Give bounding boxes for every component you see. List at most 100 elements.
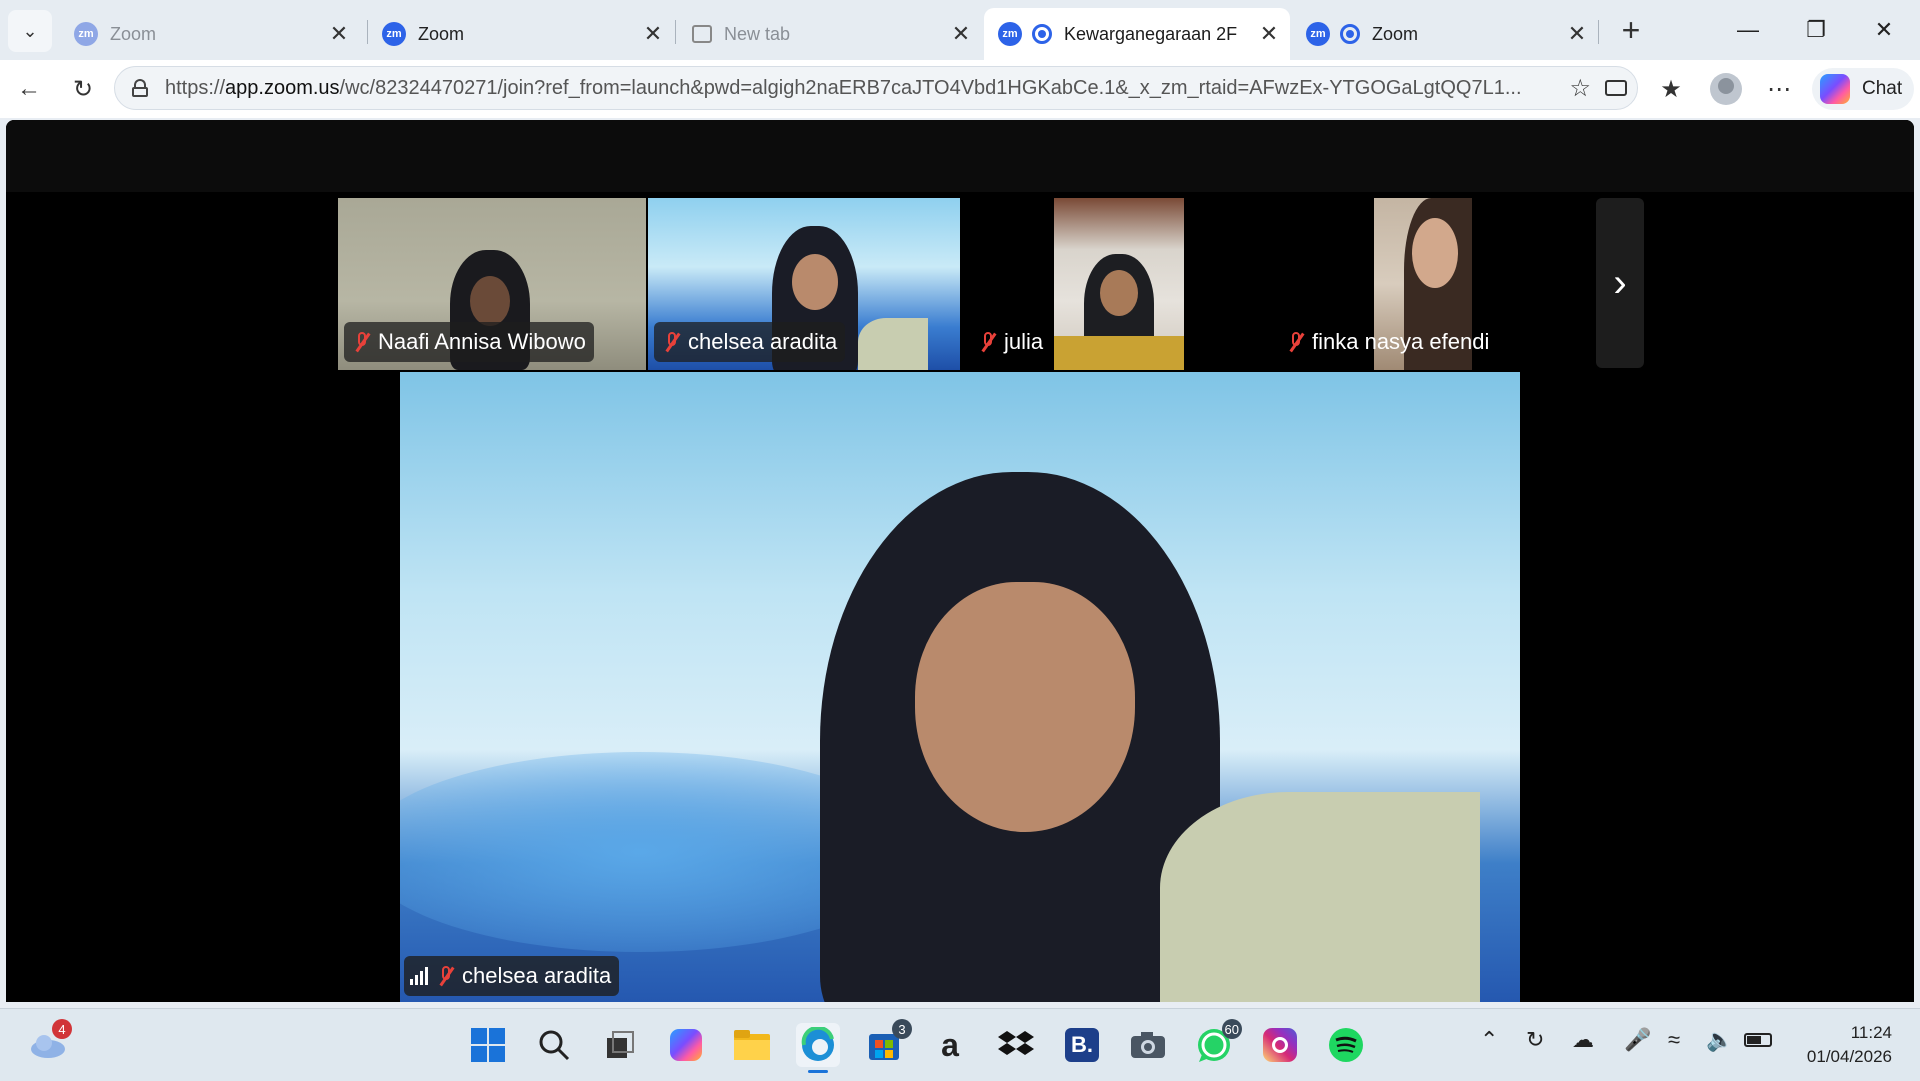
task-view-icon [607,1031,634,1058]
volume-icon[interactable]: 🔈 [1706,1027,1733,1053]
favorites-button[interactable]: ★ [1652,70,1690,108]
participant-name-tag: julia [970,322,1051,362]
close-tab-icon[interactable]: ✕ [1254,21,1284,47]
reload-icon: ↻ [72,75,94,103]
tab-new-tab[interactable]: New tab ✕ [676,8,982,60]
minimize-button[interactable]: — [1720,10,1776,50]
restore-icon: ❐ [1806,17,1826,42]
mic-muted-icon [350,330,374,354]
microsoft-store-button[interactable]: 3 [862,1019,912,1067]
copilot-chat-button[interactable]: Chat [1812,68,1914,110]
restore-button[interactable]: ❐ [1788,10,1844,50]
tab-title: New tab [724,23,791,44]
participant-tile[interactable]: finka nasya efendi [1274,198,1594,370]
close-tab-icon[interactable]: ✕ [946,21,976,47]
back-arrow-icon: ← [17,75,41,102]
back-button[interactable]: ← [10,70,48,108]
minimize-icon: — [1737,17,1759,42]
recording-indicator-icon [1032,24,1052,44]
active-speaker-name-tag: chelsea aradita [404,956,620,996]
windows-logo-icon [471,1028,505,1062]
more-menu-button[interactable]: ⋯ [1760,70,1798,108]
active-app-indicator [808,1070,828,1073]
start-button[interactable] [466,1023,510,1067]
participant-name: Naafi Annisa Wibowo [378,329,586,354]
mic-muted-icon [1284,330,1308,354]
new-tab-page-icon [692,25,712,43]
camera-in-use-icon[interactable] [1605,80,1627,96]
copilot-taskbar-button[interactable] [664,1023,708,1067]
sync-icon[interactable]: ↻ [1526,1027,1544,1053]
url-scheme: https:// [165,76,226,99]
wifi-icon[interactable]: ≈ [1668,1027,1680,1053]
file-explorer-button[interactable] [730,1023,774,1067]
url-host: app.zoom.us [225,76,340,99]
search-button[interactable] [532,1023,576,1067]
close-icon: ✕ [1874,17,1894,42]
participant-name-tag: Naafi Annisa Wibowo [344,322,594,362]
address-url[interactable]: https://app.zoom.us/wc/82324470271/join?… [165,77,1565,100]
site-info-icon[interactable] [131,79,149,97]
system-clock[interactable]: 11:24 01/04/2026 [1807,1021,1892,1069]
tab-actions-menu-button[interactable]: ⌄ [8,10,52,52]
copilot-icon [670,1029,702,1061]
zoom-icon: zm [74,22,98,46]
tab-title: Zoom [110,23,157,44]
booking-icon: B. [1065,1028,1099,1062]
participant-tile[interactable]: chelsea aradita [648,198,960,370]
mic-muted-icon [976,330,1000,354]
search-icon [539,1030,570,1061]
tab-title: Zoom [1372,23,1419,44]
close-tab-icon[interactable]: ✕ [324,21,354,47]
new-tab-button[interactable]: + [1612,12,1650,50]
task-view-button[interactable] [598,1023,642,1067]
show-hidden-icons-button[interactable]: ⌃ [1480,1027,1498,1053]
url-path: /wc/82324470271/join?ref_from=launch&pwd… [339,76,1522,99]
tab-zoom-2[interactable]: zm Zoom ✕ [368,8,674,60]
close-tab-icon[interactable]: ✕ [1562,21,1592,47]
chat-label: Chat [1862,78,1903,99]
participant-video [1054,198,1184,370]
profile-avatar[interactable] [1710,73,1742,105]
participant-name: finka nasya efendi [1312,329,1490,354]
tab-zoom-1[interactable]: zm Zoom ✕ [60,8,360,60]
battery-icon[interactable] [1744,1033,1772,1047]
edge-icon [801,1027,834,1061]
participant-name: chelsea aradita [688,329,838,354]
windows-taskbar: 4 3 a B. 60 ⌃ ↻ ☁ � [0,1008,1920,1081]
close-window-button[interactable]: ✕ [1856,10,1912,50]
active-speaker-video[interactable]: chelsea aradita [400,372,1520,1002]
amazon-button[interactable]: a [928,1023,972,1067]
speaker-face [915,582,1135,832]
whatsapp-badge: 60 [1221,1019,1242,1039]
browser-toolbar: ← ↻ https://app.zoom.us/wc/82324470271/j… [0,60,1920,118]
tab-title: Kewarganegaraan 2F [1064,23,1238,44]
camera-app-button[interactable] [1126,1023,1170,1067]
reload-button[interactable]: ↻ [64,70,102,108]
ellipsis-icon: ⋯ [1767,75,1791,103]
microphone-icon[interactable]: 🎤 [1624,1027,1651,1053]
connection-signal-icon [410,967,428,985]
participant-name-tag: chelsea aradita [654,322,846,362]
dropbox-icon [998,1031,1034,1055]
speaker-clothing [1160,792,1480,1002]
instagram-icon [1263,1028,1297,1062]
favorite-star-icon[interactable]: ☆ [1569,74,1591,103]
dropbox-button[interactable] [994,1023,1038,1067]
mic-muted-icon [434,964,458,988]
weather-widget[interactable]: 4 [26,1019,72,1067]
participant-tile[interactable]: julia [962,198,1272,370]
onedrive-icon[interactable]: ☁ [1572,1027,1594,1053]
favorites-icon: ★ [1660,75,1682,103]
address-bar[interactable]: https://app.zoom.us/wc/82324470271/join?… [114,66,1638,110]
spotify-button[interactable] [1324,1023,1368,1067]
tab-kewarganegaraan[interactable]: zm Kewarganegaraan 2F ✕ [984,8,1290,60]
instagram-button[interactable] [1258,1023,1302,1067]
next-participants-button[interactable]: › [1596,198,1644,368]
close-tab-icon[interactable]: ✕ [638,21,668,47]
booking-button[interactable]: B. [1060,1023,1104,1067]
participant-tile[interactable]: Naafi Annisa Wibowo [338,198,646,370]
edge-browser-button[interactable] [796,1023,840,1073]
tab-zoom-3[interactable]: zm Zoom ✕ [1292,8,1598,60]
whatsapp-button[interactable]: 60 [1192,1019,1242,1067]
